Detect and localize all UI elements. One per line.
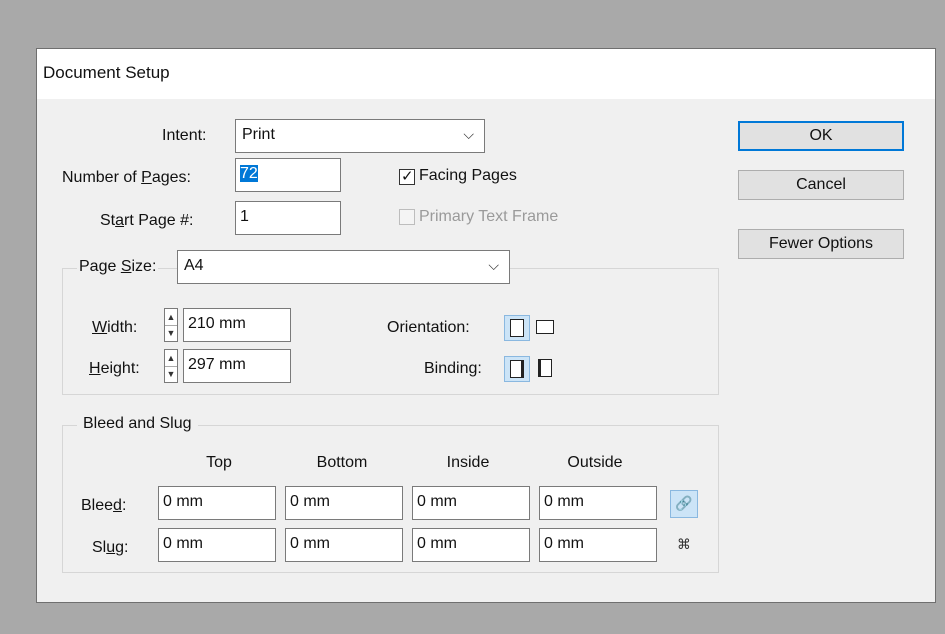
facing-pages-checkbox[interactable]: ✓ <box>399 168 415 185</box>
slug-top-input[interactable]: 0 mm <box>158 528 276 562</box>
pages-label: Number of Pages: <box>62 169 191 186</box>
bleed-link-icon[interactable]: 🔗 <box>670 490 698 518</box>
bleed-slug-title: Bleed and Slug <box>77 415 198 433</box>
landscape-page-icon <box>536 320 554 334</box>
width-input[interactable]: 210 mm <box>183 308 291 342</box>
binding-label: Binding: <box>424 360 482 377</box>
right-to-left-binding-button[interactable] <box>533 356 559 382</box>
orientation-label: Orientation: <box>387 319 470 336</box>
height-label: Height: <box>89 360 140 377</box>
intent-label: Intent: <box>162 127 207 144</box>
chevron-down-icon: ⌵ <box>488 257 499 273</box>
ok-button[interactable]: OK <box>738 121 904 151</box>
bleed-outside-input[interactable]: 0 mm <box>539 486 657 520</box>
portrait-page-icon <box>510 319 524 337</box>
start-page-value: 1 <box>240 208 249 225</box>
portrait-orientation-button[interactable] <box>504 315 530 341</box>
intent-select[interactable]: Print ⌵ <box>235 119 485 153</box>
landscape-orientation-button[interactable] <box>533 315 559 341</box>
slug-outside-input[interactable]: 0 mm <box>539 528 657 562</box>
bleed-top-input[interactable]: 0 mm <box>158 486 276 520</box>
right-binding-icon <box>538 359 552 377</box>
column-header-bottom: Bottom <box>316 454 368 471</box>
dialog-title: Document Setup <box>43 63 170 82</box>
bleed-label: Bleed: <box>81 497 127 514</box>
primary-text-frame-label: Primary Text Frame <box>419 208 559 225</box>
height-input[interactable]: 297 mm <box>183 349 291 383</box>
cancel-button[interactable]: Cancel <box>738 170 904 200</box>
stepper-down-icon[interactable]: ▼ <box>165 325 177 341</box>
chevron-down-icon: ⌵ <box>463 126 474 142</box>
height-stepper[interactable]: ▲ ▼ <box>164 349 178 383</box>
checkmark-icon: ✓ <box>401 168 414 185</box>
title-bar: Document Setup <box>37 49 935 99</box>
start-page-input[interactable]: 1 <box>235 201 341 235</box>
stepper-down-icon[interactable]: ▼ <box>165 366 177 382</box>
primary-text-frame-checkbox[interactable] <box>399 209 415 225</box>
width-stepper[interactable]: ▲ ▼ <box>164 308 178 342</box>
height-value: 297 mm <box>188 356 246 373</box>
column-header-outside: Outside <box>567 454 623 471</box>
bleed-bottom-input[interactable]: 0 mm <box>285 486 403 520</box>
column-header-inside: Inside <box>446 454 490 471</box>
bleed-inside-input[interactable]: 0 mm <box>412 486 530 520</box>
document-setup-dialog: Document Setup Intent: Print ⌵ Number of… <box>36 48 936 603</box>
page-size-value: A4 <box>184 257 204 274</box>
page-size-select[interactable]: A4 ⌵ <box>177 250 510 284</box>
stepper-up-icon[interactable]: ▲ <box>165 309 177 326</box>
page-size-label: Page Size: <box>77 258 159 276</box>
width-value: 210 mm <box>188 315 246 332</box>
left-to-right-binding-button[interactable] <box>504 356 530 382</box>
column-header-top: Top <box>206 454 232 471</box>
slug-label: Slug: <box>92 539 129 556</box>
slug-bottom-input[interactable]: 0 mm <box>285 528 403 562</box>
slug-inside-input[interactable]: 0 mm <box>412 528 530 562</box>
left-binding-icon <box>510 360 524 378</box>
width-label: Width: <box>92 319 138 336</box>
slug-broken-link-icon[interactable]: ⌘ <box>670 532 698 560</box>
fewer-options-button[interactable]: Fewer Options <box>738 229 904 259</box>
pages-value: 72 <box>240 165 258 182</box>
stepper-up-icon[interactable]: ▲ <box>165 350 177 367</box>
start-page-label: Start Page #: <box>100 212 194 229</box>
intent-value: Print <box>242 126 275 143</box>
facing-pages-label: Facing Pages <box>419 167 517 184</box>
pages-input[interactable]: 72 <box>235 158 341 192</box>
